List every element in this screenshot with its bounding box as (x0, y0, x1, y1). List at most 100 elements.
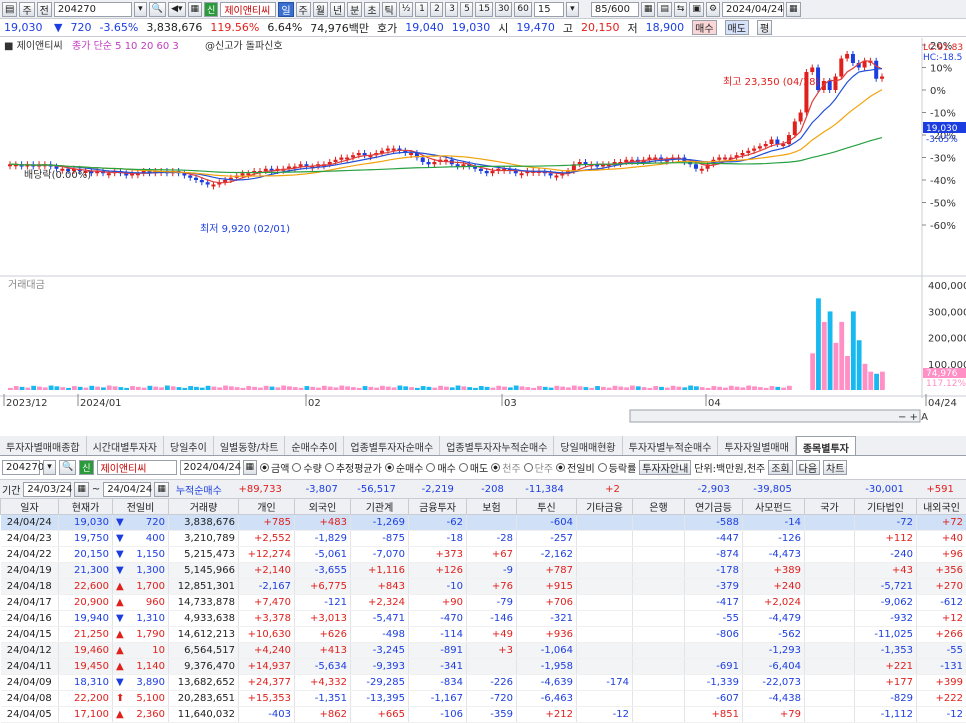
scrollbar[interactable] (629, 409, 921, 423)
interval-input[interactable]: 15 (533, 1, 564, 17)
eval-button[interactable]: 평 (756, 20, 773, 35)
column-header[interactable]: 투신 (516, 498, 577, 515)
interval-1[interactable]: 1 (415, 1, 429, 17)
all-button[interactable]: 전 (36, 1, 52, 17)
period-minute[interactable]: 분 (347, 1, 363, 17)
interval-15[interactable]: 15 (475, 1, 493, 17)
column-header[interactable]: 거래량 (168, 498, 239, 515)
period-week[interactable]: 주 (295, 1, 311, 17)
period-month[interactable]: 월 (312, 1, 328, 17)
radio-unit[interactable]: 단주 (523, 460, 553, 475)
radio-rate[interactable]: 등락률 (597, 460, 636, 475)
column-header[interactable]: 연기금등 (684, 498, 743, 515)
table-row[interactable]: 24/04/15 21,250 ▲ 1,790 14,612,213 +10,630 +62… (0, 626, 966, 643)
table-row[interactable]: 24/04/24 19,030 ▼ 720 3,838,676 +785 +483 -1,26… (0, 514, 966, 531)
period-year[interactable]: 년 (329, 1, 346, 17)
tab-0[interactable]: 투자자별매매종합 (0, 436, 87, 455)
sound-icon[interactable]: ◀▾ (168, 1, 186, 17)
code-search-icon[interactable]: 🔍 (59, 459, 77, 475)
radio-qty[interactable]: 수량 (292, 460, 322, 475)
interval-60[interactable]: 60 (514, 1, 532, 17)
from-calendar-icon[interactable]: ▦ (74, 481, 89, 497)
table-row[interactable]: 24/04/12 19,460 ▲ 10 6,564,517 +4,240 +413 -3,2… (0, 642, 966, 659)
table-row[interactable]: 24/04/23 19,750 ▼ 400 3,210,789 +2,552 -1,829-… (0, 530, 966, 547)
interval-3[interactable]: 3 (445, 1, 459, 17)
date-calendar-icon[interactable]: ▦ (786, 1, 801, 17)
table-row[interactable]: 24/04/08 22,200 ⬆ 5,100 20,283,651 +15,353 -1,… (0, 690, 966, 707)
lock-icon[interactable]: ▣ (689, 1, 704, 17)
calendar-icon[interactable]: ▦ (187, 1, 203, 17)
period-to[interactable]: 24/04/24 (103, 481, 152, 497)
stock-chart[interactable]: 20%10%0%-10%-20%-30%-40%-50%-60% 400,000… (0, 38, 966, 424)
column-header[interactable]: 기타금융 (576, 498, 633, 515)
column-header[interactable]: 전일비 (112, 498, 169, 515)
stock-code-field[interactable]: 204270 (2, 459, 44, 475)
interval-2[interactable]: 2 (430, 1, 444, 17)
tab-4[interactable]: 순매수추이 (285, 436, 345, 455)
column-header[interactable]: 내외국인 (916, 498, 966, 515)
chart-button[interactable]: 차트 (823, 459, 848, 475)
tab-1[interactable]: 시간대별투자자 (87, 436, 165, 455)
stock-code-input[interactable]: 204270 (53, 1, 132, 17)
tab-7[interactable]: 당일매매현황 (554, 436, 623, 455)
radio-amount[interactable]: 금액 (260, 460, 289, 475)
radio-thousand[interactable]: 천주 (491, 460, 521, 475)
sell-button[interactable]: 매도 (724, 20, 749, 35)
dropdown-icon[interactable]: ▾ (133, 1, 147, 17)
table-row[interactable]: 24/04/16 19,940 ▼ 1,310 4,933,638 +3,378 +3,01… (0, 610, 966, 627)
radio-net[interactable]: 순매수 (384, 460, 423, 475)
radio-sell[interactable]: 매도 (458, 460, 488, 475)
next-button[interactable]: 다음 (795, 459, 821, 475)
table-row[interactable]: 24/04/18 22,600 ▲ 1,700 12,851,301 -2,167 +6,7… (0, 578, 966, 595)
column-header[interactable]: 현재가 (58, 498, 113, 515)
column-header[interactable]: 일자 (0, 498, 59, 515)
investor-info-button[interactable]: 투자자안내 (639, 459, 692, 475)
radio-prev[interactable]: 전일비 (556, 460, 595, 475)
tab-3[interactable]: 일별동향/차트 (214, 436, 286, 455)
column-header[interactable]: 은행 (632, 498, 685, 515)
radio-avg[interactable]: 추정평균가 (324, 460, 382, 475)
compare-icon[interactable]: ⇆ (673, 1, 688, 17)
period-from[interactable]: 24/03/24 (23, 481, 72, 497)
column-header[interactable]: 외국인 (294, 498, 351, 515)
settings-icon[interactable]: ⚙ (705, 1, 721, 17)
chart-date-input[interactable]: 2024/04/24 (722, 1, 785, 17)
table-row[interactable]: 24/04/11 19,450 ▲ 1,140 9,376,470 +14,937 -5,6… (0, 658, 966, 675)
period-second[interactable]: 초 (364, 1, 380, 17)
table-row[interactable]: 24/04/22 20,150 ▼ 1,150 5,215,473 +12,274 -5,0… (0, 546, 966, 563)
zoom-controls[interactable]: − + A (898, 412, 928, 423)
radio-buy[interactable]: 매수 (426, 460, 456, 475)
interval-5[interactable]: 5 (460, 1, 474, 17)
grid-icon[interactable]: ▤ (657, 1, 672, 17)
interval-half[interactable]: ½ (398, 1, 414, 17)
query-date[interactable]: 2024/04/24 (179, 459, 241, 475)
buy-button[interactable]: 매수 (692, 20, 717, 35)
period-tick[interactable]: 틱 (381, 1, 397, 17)
period-type-select[interactable]: 주 (19, 1, 35, 17)
interval-dropdown-icon[interactable]: ▾ (565, 1, 579, 17)
table-row[interactable]: 24/04/17 20,900 ▲ 960 14,733,878 +7,470 -121 +2… (0, 594, 966, 611)
column-header[interactable]: 국가 (804, 498, 855, 515)
column-header[interactable]: 기타법인 (854, 498, 917, 515)
tab-9[interactable]: 투자자일별매매 (718, 436, 796, 455)
to-calendar-icon[interactable]: ▦ (154, 481, 169, 497)
query-calendar-icon[interactable]: ▦ (242, 459, 258, 475)
search-icon[interactable]: 🔍 (148, 1, 167, 17)
period-day[interactable]: 일 (278, 1, 294, 17)
table-row[interactable]: 24/04/19 21,300 ▼ 1,300 5,145,966 +2,140 -3,65… (0, 562, 966, 579)
tab-10[interactable]: 종목별투자 (795, 436, 856, 455)
tab-8[interactable]: 투자자별누적순매수 (623, 436, 719, 455)
code-dropdown-icon[interactable]: ▾ (43, 459, 56, 475)
column-header[interactable]: 사모펀드 (742, 498, 805, 515)
column-header[interactable]: 보험 (466, 498, 517, 515)
tab-2[interactable]: 당일추이 (164, 436, 214, 455)
column-header[interactable]: 금융투자 (408, 498, 467, 515)
chart-menu-icon[interactable]: ▤ (2, 1, 18, 17)
table-row[interactable]: 24/04/09 18,310 ▼ 3,890 13,682,652 +24,377 +4,… (0, 674, 966, 691)
interval-30[interactable]: 30 (494, 1, 513, 17)
table-row[interactable]: 24/04/05 17,100 ▲ 2,360 11,640,032 -403 +862 +6… (0, 706, 966, 723)
column-header[interactable]: 개인 (238, 498, 295, 515)
list-icon[interactable]: ▦ (640, 1, 656, 17)
query-button[interactable]: 조회 (768, 459, 793, 475)
data-count[interactable]: 85/600 (590, 1, 639, 17)
